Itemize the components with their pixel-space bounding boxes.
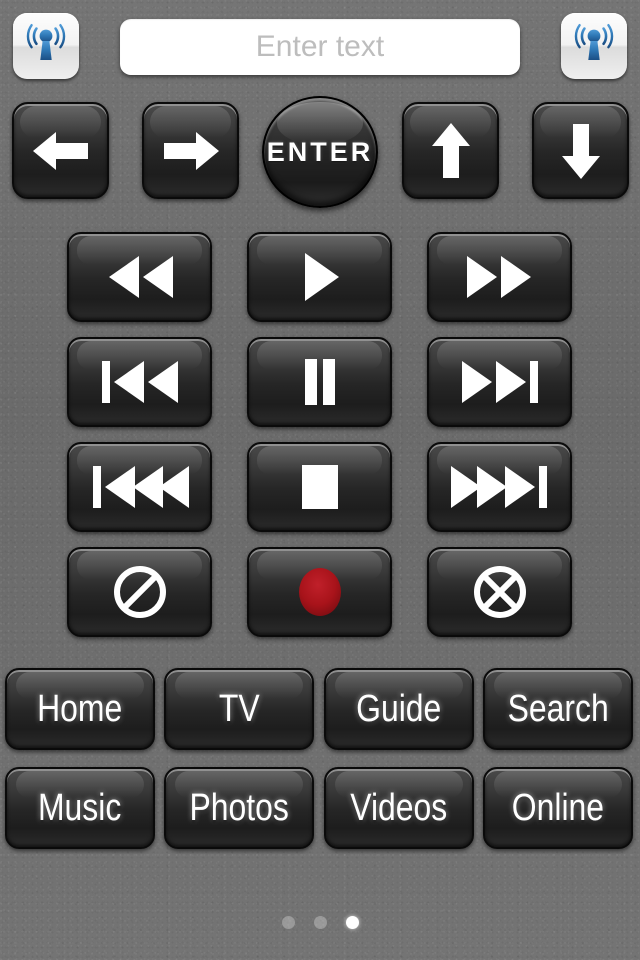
menu-label: Music [38, 786, 122, 829]
menu-label: TV [218, 687, 260, 730]
skip-backward-icon [92, 466, 189, 508]
eject-button[interactable] [427, 547, 572, 637]
fast-forward-button[interactable] [427, 232, 572, 322]
arrow-up-icon [431, 122, 470, 178]
menu-button-videos[interactable]: Videos [324, 767, 474, 849]
navigation-row: ENTER [0, 96, 640, 208]
rewind-icon [108, 256, 173, 298]
page-dot[interactable] [313, 915, 327, 929]
stop-button[interactable] [247, 442, 392, 532]
menu-button-tv[interactable]: TV [164, 668, 314, 750]
search-input[interactable] [120, 19, 520, 75]
nav-up-button[interactable] [402, 102, 499, 199]
menu-label: Search [507, 687, 609, 730]
menu-label: Videos [350, 786, 448, 829]
header-bar [0, 0, 640, 92]
search-input-wrapper[interactable] [120, 19, 520, 75]
menu-button-home[interactable]: Home [5, 668, 155, 750]
skip-backward-button[interactable] [67, 442, 212, 532]
circle-x-icon [473, 566, 526, 618]
enter-button[interactable]: ENTER [262, 96, 378, 208]
broadcast-tower-icon [571, 21, 617, 72]
previous-track-icon [101, 361, 178, 403]
arrow-right-icon [163, 131, 219, 170]
next-track-icon [461, 361, 538, 403]
fast-forward-icon [466, 256, 531, 298]
next-track-button[interactable] [427, 337, 572, 427]
ban-icon [113, 566, 166, 618]
record-icon [298, 568, 341, 616]
pause-icon [304, 359, 335, 405]
ban-button[interactable] [67, 547, 212, 637]
enter-label: ENTER [266, 136, 374, 167]
stop-icon [301, 465, 338, 509]
skip-forward-icon [450, 466, 547, 508]
play-icon [304, 253, 339, 301]
page-indicator[interactable] [0, 912, 640, 932]
page-dot[interactable] [281, 915, 295, 929]
menu-label: Photos [189, 786, 289, 829]
play-button[interactable] [247, 232, 392, 322]
pause-button[interactable] [247, 337, 392, 427]
nav-down-button[interactable] [532, 102, 629, 199]
broadcast-left-button[interactable] [13, 13, 79, 79]
skip-forward-button[interactable] [427, 442, 572, 532]
menu-button-search[interactable]: Search [483, 668, 633, 750]
page-dot-active[interactable] [345, 915, 359, 929]
arrow-left-icon [32, 131, 88, 170]
broadcast-tower-icon [23, 21, 69, 72]
menu-button-guide[interactable]: Guide [324, 668, 474, 750]
menu-button-music[interactable]: Music [5, 767, 155, 849]
menu-label: Home [37, 687, 123, 730]
nav-right-button[interactable] [142, 102, 239, 199]
broadcast-right-button[interactable] [561, 13, 627, 79]
arrow-down-icon [561, 123, 600, 179]
record-button[interactable] [247, 547, 392, 637]
previous-track-button[interactable] [67, 337, 212, 427]
nav-left-button[interactable] [12, 102, 109, 199]
menu-button-photos[interactable]: Photos [164, 767, 314, 849]
menu-label: Guide [356, 687, 442, 730]
menu-label: Online [511, 786, 605, 829]
menu-button-online[interactable]: Online [483, 767, 633, 849]
rewind-button[interactable] [67, 232, 212, 322]
